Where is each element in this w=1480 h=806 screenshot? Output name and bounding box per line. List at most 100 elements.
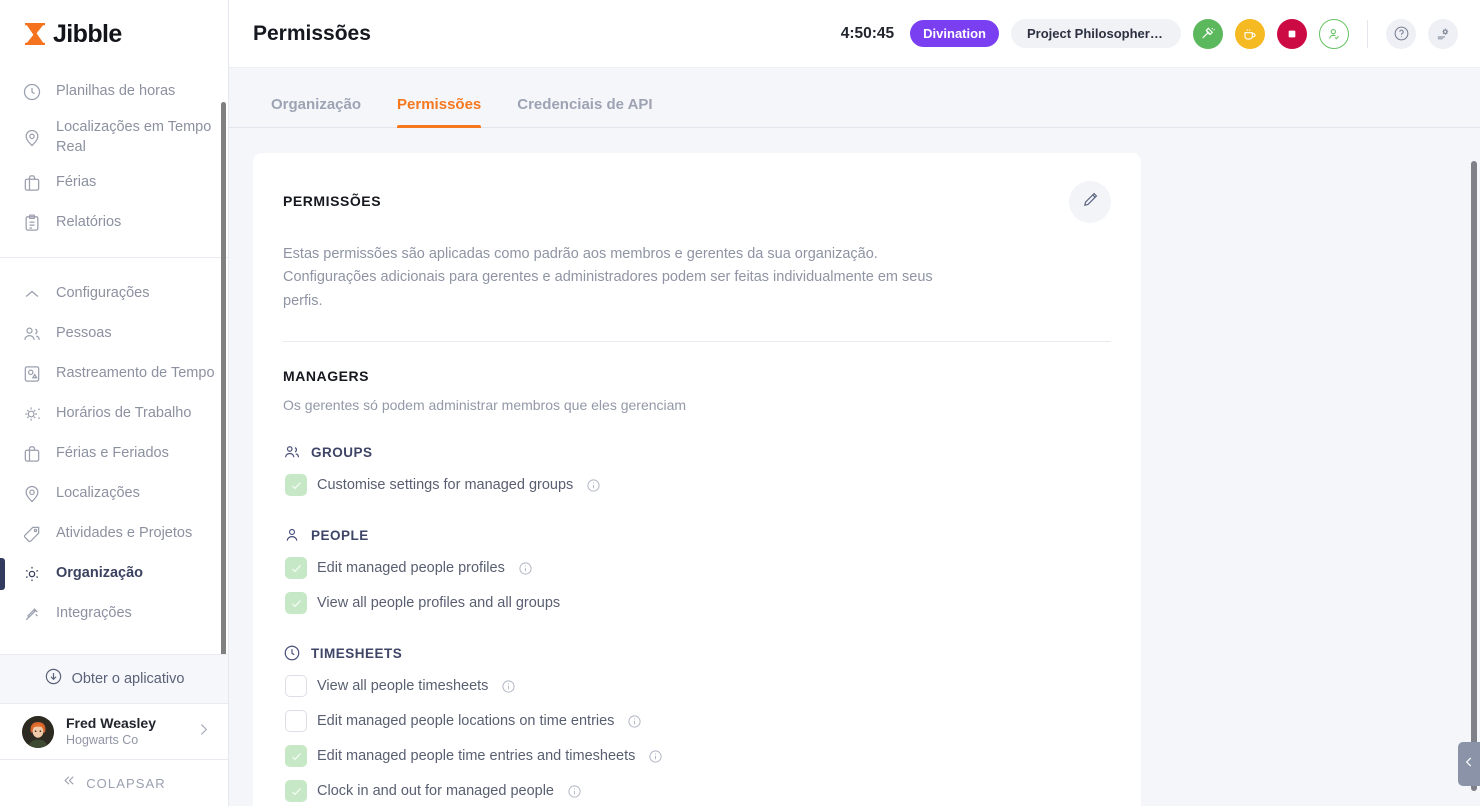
managers-subtitle: Os gerentes só podem administrar membros… — [283, 397, 687, 414]
sidebar-item-label: Configurações — [56, 285, 150, 302]
info-icon[interactable] — [586, 478, 601, 493]
sidebar-item-label: Integrações — [56, 605, 132, 622]
permission-checkbox[interactable] — [285, 592, 307, 615]
sidebar-item-label: Férias e Feriados — [56, 445, 169, 462]
sidebar-item-organizacao[interactable]: Organização — [0, 554, 228, 594]
permission-checkbox[interactable] — [285, 557, 307, 580]
page-title: Permissões — [253, 21, 371, 45]
people-icon — [283, 443, 301, 461]
sidebar-item-horarios-de-trabalho[interactable]: Horários de Trabalho — [0, 394, 228, 434]
sidebar-divider — [0, 257, 228, 259]
settings-button[interactable] — [1428, 18, 1458, 49]
card-header: PERMISSÕES — [283, 181, 1111, 223]
permission-label: Edit managed people profiles — [317, 560, 505, 577]
clipboard-icon — [22, 213, 42, 233]
sidebar-item-localizacoes[interactable]: Localizações — [0, 474, 228, 514]
tab-organizacao[interactable]: Organização — [253, 96, 379, 127]
map-pin-icon — [22, 484, 42, 504]
info-icon[interactable] — [567, 784, 582, 799]
permissions-card: PERMISSÕES Estas permissões são aplicada… — [253, 153, 1141, 806]
sidebar-item-label: Atividades e Projetos — [56, 525, 193, 542]
sidebar-primary-group: Planilhas de horas Localizações em Tempo… — [0, 68, 228, 243]
sidebar-item-label: Férias — [56, 174, 97, 191]
tab-permissoes[interactable]: Permissões — [379, 96, 499, 128]
sidebar-item-label: Localizações em Tempo Real — [56, 119, 212, 155]
sidebar-item-relatorios[interactable]: Relatórios — [0, 203, 228, 243]
permission-label: View all people profiles and all groups — [317, 595, 561, 612]
card-title: PERMISSÕES — [283, 193, 382, 209]
person-check-button[interactable] — [1319, 18, 1349, 49]
brand-logo[interactable]: Jibble — [0, 0, 228, 68]
info-icon[interactable] — [648, 749, 663, 764]
managers-title: MANAGERS — [283, 368, 370, 385]
topbar: Permissões 4:50:45 Divination Project Ph… — [229, 0, 1480, 68]
permission-label: Edit managed people locations on time en… — [317, 713, 615, 730]
chevrons-left-icon — [62, 773, 77, 793]
permission-label: Clock in and out for managed people — [317, 783, 554, 800]
info-icon[interactable] — [518, 561, 533, 576]
permission-label: Edit managed people time entries and tim… — [317, 748, 636, 765]
sidebar-item-planilhas-de-horas[interactable]: Planilhas de horas — [0, 72, 228, 112]
collapse-panel-button[interactable] — [1458, 742, 1480, 786]
main-scrollbar[interactable] — [1471, 161, 1477, 791]
group-label: TIMESHEETS — [311, 645, 403, 661]
permission-row: Edit managed people locations on time en… — [283, 710, 1111, 733]
group-header-groups: GROUPS — [283, 443, 1111, 461]
info-icon[interactable] — [501, 679, 516, 694]
sidebar-item-rastreamento-de-tempo[interactable]: Rastreamento de Tempo — [0, 354, 228, 394]
info-icon[interactable] — [627, 714, 642, 729]
sidebar-settings-group: Configurações Pessoas Rastreamento de Te… — [0, 270, 228, 634]
schedule-icon — [22, 404, 42, 424]
sidebar-item-label: Rastreamento de Tempo — [56, 365, 215, 382]
content-scroll-area: PERMISSÕES Estas permissões são aplicada… — [229, 128, 1480, 806]
sidebar-scrollbar[interactable] — [221, 102, 226, 654]
permission-row: View all people timesheets — [283, 675, 1111, 698]
permission-checkbox[interactable] — [285, 745, 307, 768]
user-profile-row[interactable]: Fred Weasley Hogwarts Co — [0, 704, 228, 760]
permission-row: View all people profiles and all groups — [283, 592, 1111, 615]
clock-icon — [283, 644, 301, 662]
activity-chip[interactable]: Divination — [910, 20, 999, 47]
tabs-bar: Organização Permissões Credenciais de AP… — [229, 68, 1480, 128]
sidebar-item-atividades-e-projetos[interactable]: Atividades e Projetos — [0, 514, 228, 554]
edit-permissions-button[interactable] — [1069, 181, 1111, 223]
stop-button[interactable] — [1277, 18, 1307, 49]
sidebar-item-localizacoes-em-tempo-real[interactable]: Localizações em Tempo Real — [0, 112, 228, 163]
permission-row: Clock in and out for managed people — [283, 780, 1111, 803]
permission-row: Edit managed people profiles — [283, 557, 1111, 580]
brand-name: Jibble — [53, 19, 122, 48]
tab-credenciais-de-api[interactable]: Credenciais de API — [499, 96, 670, 127]
jibble-in-button[interactable] — [1193, 18, 1223, 49]
permission-checkbox[interactable] — [285, 780, 307, 803]
permission-checkbox[interactable] — [285, 675, 307, 698]
sidebar-item-label: Horários de Trabalho — [56, 405, 192, 422]
permission-label: View all people timesheets — [317, 678, 489, 695]
topbar-divider — [1367, 19, 1368, 48]
sidebar-item-pessoas[interactable]: Pessoas — [0, 314, 228, 354]
sidebar-item-label: Organização — [56, 565, 144, 582]
collapse-label: COLAPSAR — [86, 775, 166, 791]
map-pin-icon — [22, 128, 42, 148]
permission-checkbox[interactable] — [285, 474, 307, 497]
sidebar-item-ferias[interactable]: Férias — [0, 163, 228, 203]
get-app-button[interactable]: Obter o aplicativo — [0, 654, 228, 704]
jibble-hourglass-icon — [22, 21, 48, 47]
project-chip[interactable]: Project Philosopher's S... — [1011, 19, 1181, 48]
chevron-left-icon — [1462, 755, 1476, 774]
sidebar-item-label: Relatórios — [56, 214, 122, 231]
permission-label: Customise settings for managed groups — [317, 477, 574, 494]
group-label: PEOPLE — [311, 527, 369, 543]
tag-icon — [22, 524, 42, 544]
collapse-sidebar-button[interactable]: COLAPSAR — [0, 760, 228, 806]
sidebar-item-ferias-e-feriados[interactable]: Férias e Feriados — [0, 434, 228, 474]
permission-checkbox[interactable] — [285, 710, 307, 733]
sidebar-item-integracoes[interactable]: Integrações — [0, 594, 228, 634]
timer-display: 4:50:45 — [840, 24, 895, 42]
sidebar-item-configuracoes[interactable]: Configurações — [0, 274, 228, 314]
break-button[interactable] — [1235, 18, 1265, 49]
help-button[interactable] — [1386, 18, 1416, 49]
card-divider — [283, 341, 1111, 343]
app-window: Jibble Planilhas de horas Localizações e… — [0, 0, 1480, 806]
user-org: Hogwarts Co — [66, 733, 139, 748]
group-label: GROUPS — [311, 444, 373, 460]
